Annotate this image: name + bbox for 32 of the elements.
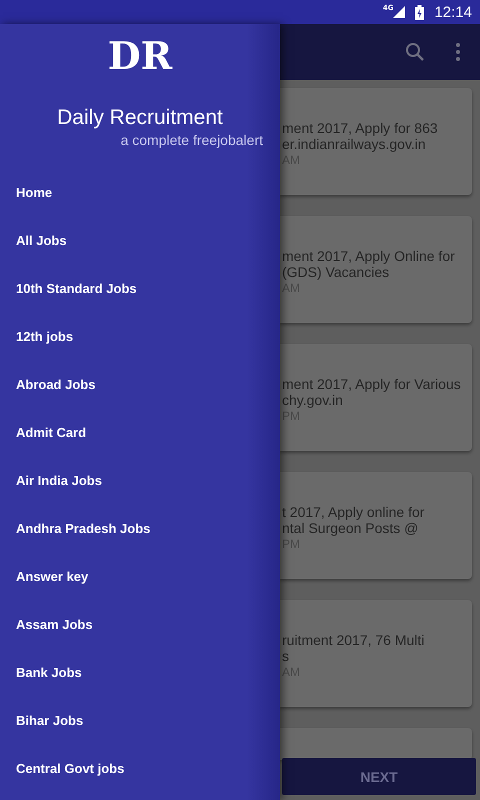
menu-item[interactable]: Abroad Jobs [0, 360, 280, 408]
more-icon[interactable] [455, 43, 461, 61]
menu-item[interactable]: Bihar Jobs [0, 696, 280, 744]
job-title-line: ment 2017, Apply Online for [282, 248, 456, 264]
menu-item[interactable]: 10th Standard Jobs [0, 264, 280, 312]
search-icon[interactable] [405, 42, 425, 62]
app-title: Daily Recruitment [57, 106, 223, 130]
app-logo: DR [108, 34, 172, 78]
job-title-line: (GDS) Vacancies [282, 264, 390, 280]
job-title-line: t 2017, Apply online for [282, 504, 426, 520]
job-title-line: ment 2017, Apply for 863 [282, 120, 439, 136]
menu-item[interactable]: Assam Jobs [0, 600, 280, 648]
job-title-line: er.indianrailways.gov.in [282, 136, 427, 152]
menu-item[interactable]: Home [0, 168, 280, 216]
signal-icon [393, 6, 406, 18]
job-card[interactable] [280, 728, 472, 760]
clock: 12:14 [434, 4, 472, 20]
job-title-line: ruitment 2017, 76 Multi [282, 632, 426, 648]
menu-item[interactable]: Bank Jobs [0, 648, 280, 696]
job-title-line: ntal Surgeon Posts @ [282, 520, 420, 536]
menu-item[interactable]: Andhra Pradesh Jobs [0, 504, 280, 552]
app-subtitle: a complete freejobalert [120, 132, 263, 148]
menu-item[interactable]: 12th jobs [0, 312, 280, 360]
menu-item[interactable]: Central Govt jobs [0, 744, 280, 792]
menu-item[interactable]: Air India Jobs [0, 456, 280, 504]
menu-item[interactable]: Admit Card [0, 408, 280, 456]
job-title-line: s [282, 648, 290, 664]
menu-item[interactable]: Answer key [0, 552, 280, 600]
job-title-line: ment 2017, Apply for Various [282, 376, 462, 392]
job-title-line: chy.gov.in [282, 392, 344, 408]
battery-icon [415, 4, 424, 20]
menu-item[interactable]: All Jobs [0, 216, 280, 264]
